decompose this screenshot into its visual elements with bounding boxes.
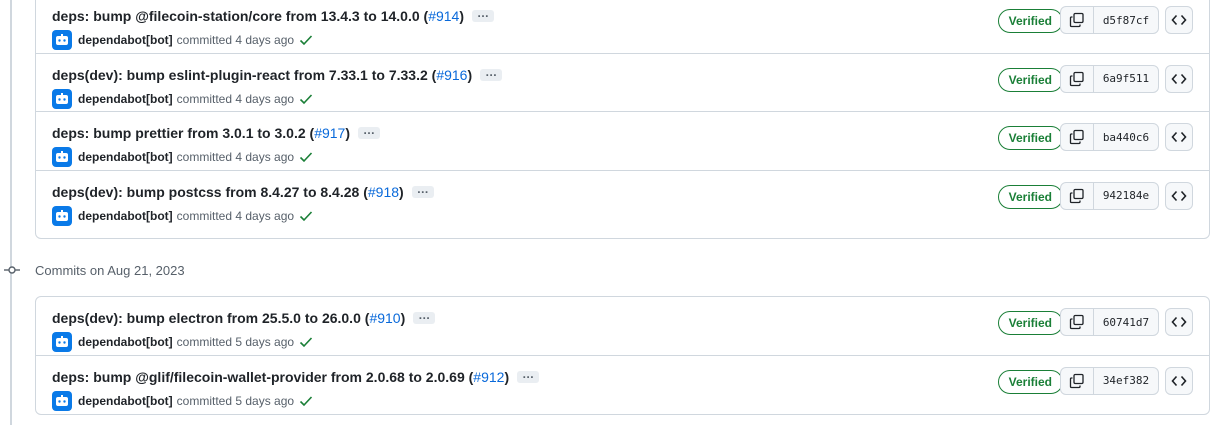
author-link[interactable]: dependabot[bot] — [78, 394, 173, 408]
commit-time: committed 5 days ago — [176, 335, 295, 349]
commit-group: deps(dev): bump electron from 25.5.0 to … — [35, 296, 1210, 415]
commit-title[interactable]: deps(dev): bump electron from 25.5.0 to … — [52, 310, 361, 326]
commit-time: committed 4 days ago — [176, 33, 295, 47]
commit-meta: dependabot[bot] committed 4 days ago — [52, 88, 313, 109]
copy-icon[interactable] — [1061, 367, 1094, 394]
pr-link[interactable]: #917 — [314, 125, 345, 141]
commit-sha-link[interactable]: ba440c6 — [1094, 124, 1158, 150]
author-link[interactable]: dependabot[bot] — [78, 92, 173, 106]
commit-message: deps: bump prettier from 3.0.1 to 3.0.2 … — [52, 124, 381, 141]
commit-title[interactable]: deps: bump @glif/filecoin-wallet-provide… — [52, 369, 465, 385]
check-icon[interactable] — [299, 336, 313, 348]
author-link[interactable]: dependabot[bot] — [78, 209, 173, 223]
expand-message-button[interactable]: … — [517, 368, 540, 383]
commit-time: committed 4 days ago — [176, 150, 295, 164]
copy-icon[interactable] — [1061, 309, 1094, 335]
copy-icon[interactable] — [1061, 65, 1094, 92]
commit-row: deps: bump prettier from 3.0.1 to 3.0.2 … — [36, 112, 1209, 171]
copy-icon[interactable] — [1061, 182, 1094, 209]
verified-badge[interactable]: Verified — [997, 126, 1063, 150]
code-icon[interactable] — [1165, 6, 1193, 34]
commit-sha-link[interactable]: 34ef382 — [1094, 368, 1158, 394]
date-label: Commits on Aug 21, 2023 — [35, 263, 185, 278]
check-icon[interactable] — [299, 34, 313, 46]
verified-badge[interactable]: Verified — [997, 184, 1063, 209]
commit-group: deps: bump @filecoin-station/core from 1… — [35, 0, 1210, 239]
code-icon[interactable] — [1165, 181, 1193, 210]
dependabot-icon[interactable] — [52, 205, 72, 226]
verified-badge[interactable]: Verified — [997, 9, 1063, 33]
code-icon[interactable] — [1165, 123, 1193, 151]
commit-message: deps(dev): bump postcss from 8.4.27 to 8… — [52, 183, 434, 200]
commit-meta: dependabot[bot] committed 5 days ago — [52, 390, 313, 411]
check-icon[interactable] — [299, 395, 313, 407]
expand-message-button[interactable]: … — [411, 183, 434, 198]
commit-sha-link[interactable]: 942184e — [1094, 183, 1158, 209]
sha-button-group: ba440c6 — [1060, 123, 1159, 151]
commit-sha-link[interactable]: 6a9f511 — [1094, 66, 1158, 92]
expand-message-button[interactable]: … — [480, 66, 503, 81]
commit-title[interactable]: deps: bump prettier from 3.0.1 to 3.0.2 — [52, 125, 306, 141]
sha-button-group: 942184e — [1060, 181, 1159, 210]
pr-link[interactable]: #912 — [473, 369, 504, 385]
pr-link[interactable]: #916 — [436, 67, 467, 83]
dependabot-icon[interactable] — [52, 332, 72, 352]
dependabot-icon[interactable] — [52, 88, 72, 109]
commit-row: deps(dev): bump eslint-plugin-react from… — [36, 54, 1209, 112]
expand-message-button[interactable]: … — [413, 309, 436, 324]
pr-link[interactable]: #918 — [368, 184, 399, 200]
verified-badge[interactable]: Verified — [997, 67, 1063, 92]
code-icon[interactable] — [1165, 64, 1193, 93]
commit-meta: dependabot[bot] committed 5 days ago — [52, 332, 313, 352]
check-icon[interactable] — [299, 151, 313, 163]
commit-time: committed 5 days ago — [176, 393, 295, 408]
expand-message-button[interactable]: … — [472, 7, 495, 22]
commit-message: deps(dev): bump eslint-plugin-react from… — [52, 66, 503, 83]
verified-badge[interactable]: Verified — [997, 369, 1063, 394]
author-link[interactable]: dependabot[bot] — [78, 33, 173, 47]
commit-meta: dependabot[bot] committed 4 days ago — [52, 30, 313, 50]
commit-sha-link[interactable]: 60741d7 — [1094, 309, 1158, 335]
pr-link[interactable]: #914 — [428, 8, 459, 24]
check-icon[interactable] — [299, 93, 313, 105]
commit-message: deps: bump @glif/filecoin-wallet-provide… — [52, 368, 540, 385]
commit-sha-link[interactable]: d5f87cf — [1094, 7, 1158, 33]
commit-row: deps: bump @filecoin-station/core from 1… — [36, 0, 1209, 54]
dependabot-icon[interactable] — [52, 30, 72, 50]
pr-link[interactable]: #910 — [369, 310, 400, 326]
git-commit-icon — [4, 263, 20, 282]
commit-time: committed 4 days ago — [176, 208, 295, 223]
commit-message: deps: bump @filecoin-station/core from 1… — [52, 7, 495, 24]
commit-title[interactable]: deps(dev): bump postcss from 8.4.27 to 8… — [52, 184, 359, 200]
code-icon[interactable] — [1165, 366, 1193, 395]
commit-row: deps: bump @glif/filecoin-wallet-provide… — [36, 356, 1209, 415]
commit-meta: dependabot[bot] committed 4 days ago — [52, 147, 313, 167]
author-link[interactable]: dependabot[bot] — [78, 150, 173, 164]
commit-title[interactable]: deps(dev): bump eslint-plugin-react from… — [52, 67, 428, 83]
commit-row: deps(dev): bump electron from 25.5.0 to … — [36, 297, 1209, 356]
sha-button-group: 34ef382 — [1060, 366, 1159, 395]
copy-icon[interactable] — [1061, 7, 1094, 33]
sha-button-group: d5f87cf — [1060, 6, 1159, 34]
code-icon[interactable] — [1165, 308, 1193, 336]
commit-row: deps(dev): bump postcss from 8.4.27 to 8… — [36, 171, 1209, 230]
timeline-line — [10, 0, 12, 425]
check-icon[interactable] — [299, 210, 313, 222]
author-link[interactable]: dependabot[bot] — [78, 335, 173, 349]
dependabot-icon[interactable] — [52, 390, 72, 411]
expand-message-button[interactable]: … — [358, 124, 381, 139]
copy-icon[interactable] — [1061, 124, 1094, 150]
sha-button-group: 60741d7 — [1060, 308, 1159, 336]
commit-title[interactable]: deps: bump @filecoin-station/core from 1… — [52, 8, 420, 24]
commit-meta: dependabot[bot] committed 4 days ago — [52, 205, 313, 226]
dependabot-icon[interactable] — [52, 147, 72, 167]
sha-button-group: 6a9f511 — [1060, 64, 1159, 93]
commit-time: committed 4 days ago — [176, 91, 295, 106]
verified-badge[interactable]: Verified — [997, 311, 1063, 335]
commit-message: deps(dev): bump electron from 25.5.0 to … — [52, 309, 436, 326]
